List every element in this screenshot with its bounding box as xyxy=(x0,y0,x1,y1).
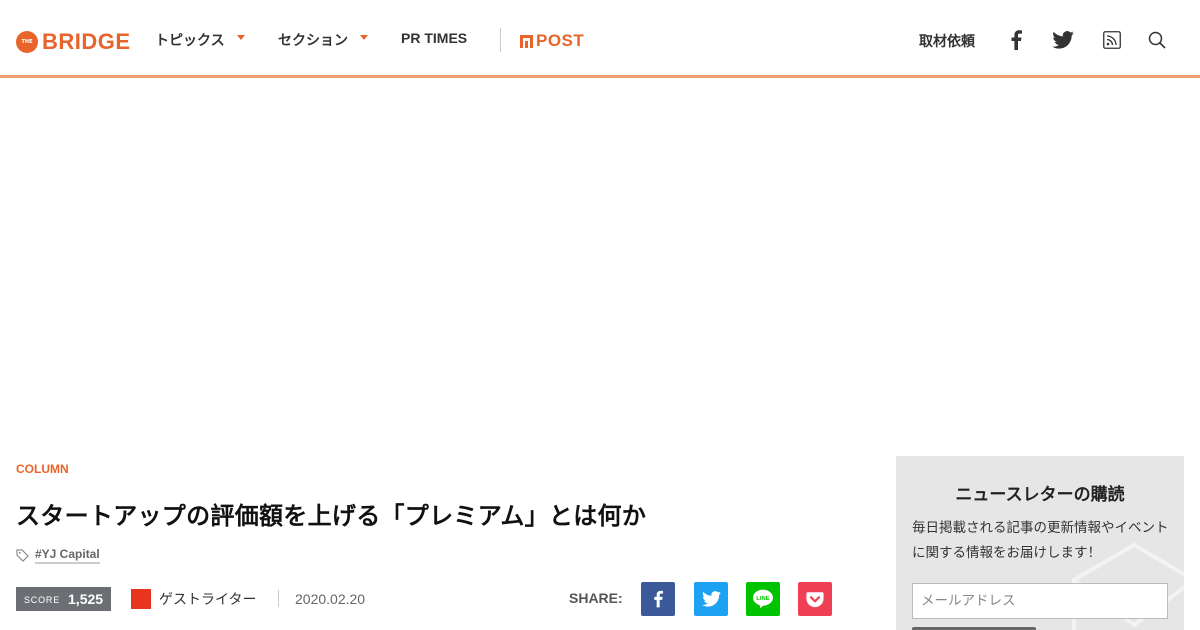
nav-prtimes[interactable]: PR TIMES xyxy=(401,30,467,46)
article-title: スタートアップの評価額を上げる「プレミアム」とは何か xyxy=(16,502,647,530)
author-name: ゲストライター xyxy=(159,592,257,608)
facebook-icon xyxy=(654,590,663,608)
logo-text: BRIDGE xyxy=(42,29,131,54)
request-coverage-link[interactable]: 取材依頼 xyxy=(919,31,975,51)
meta-divider xyxy=(278,590,279,607)
line-icon: LINE xyxy=(753,589,773,609)
email-field[interactable] xyxy=(912,583,1168,619)
score-label: SCORE xyxy=(24,595,61,605)
post-mark-icon xyxy=(520,34,533,48)
facebook-icon[interactable] xyxy=(1005,29,1027,51)
avatar xyxy=(131,589,151,609)
article-tag: #YJ Capital xyxy=(16,547,100,564)
logo-mark-text: THE xyxy=(21,39,33,45)
nav-prtimes-label: PR TIMES xyxy=(401,30,468,46)
author[interactable]: ゲストライター xyxy=(131,589,256,609)
twitter-icon[interactable] xyxy=(1052,29,1074,51)
tag-link[interactable]: #YJ Capital xyxy=(35,547,100,564)
publish-date: 2020.02.20 xyxy=(295,591,366,607)
rss-icon[interactable] xyxy=(1101,29,1123,51)
article-category[interactable]: COLUMN xyxy=(16,462,69,476)
pocket-icon xyxy=(806,591,824,607)
nav-sections[interactable]: セクション xyxy=(278,30,368,50)
nav-topics[interactable]: トピックス xyxy=(155,30,245,50)
ad-area xyxy=(0,81,1200,451)
bridge-logo[interactable]: THE BRIDGE xyxy=(16,29,131,55)
post-logo-text: POST xyxy=(536,31,585,50)
caret-down-icon xyxy=(360,34,368,40)
score-value: 1,525 xyxy=(68,591,104,607)
share-twitter-button[interactable] xyxy=(694,582,728,616)
post-logo-link[interactable]: POST xyxy=(520,31,584,51)
search-icon[interactable] xyxy=(1146,29,1168,51)
newsletter-widget: ニュースレターの購読 毎日掲載される記事の更新情報やイベントに関する情報をお届け… xyxy=(896,456,1184,630)
site-header: THE BRIDGE トピックス セクション PR TIMES POST 取材依… xyxy=(0,0,1200,78)
newsletter-title: ニュースレターの購読 xyxy=(955,485,1125,505)
nav-divider xyxy=(500,28,501,52)
share-pocket-button[interactable] xyxy=(798,582,832,616)
tag-icon xyxy=(16,549,29,562)
newsletter-description: 毎日掲載される記事の更新情報やイベントに関する情報をお届けします！ xyxy=(912,520,1169,561)
share-facebook-button[interactable] xyxy=(641,582,675,616)
twitter-icon xyxy=(701,591,721,607)
nav-topics-label: トピックス xyxy=(155,33,225,49)
score-badge: SCORE 1,525 xyxy=(16,587,111,611)
caret-down-icon xyxy=(236,34,245,40)
share-label: SHARE: xyxy=(569,590,623,606)
share-line-button[interactable]: LINE xyxy=(746,582,780,616)
svg-text:LINE: LINE xyxy=(756,596,769,602)
nav-sections-label: セクション xyxy=(278,33,348,49)
bridge-logo-mark: THE xyxy=(16,31,38,53)
